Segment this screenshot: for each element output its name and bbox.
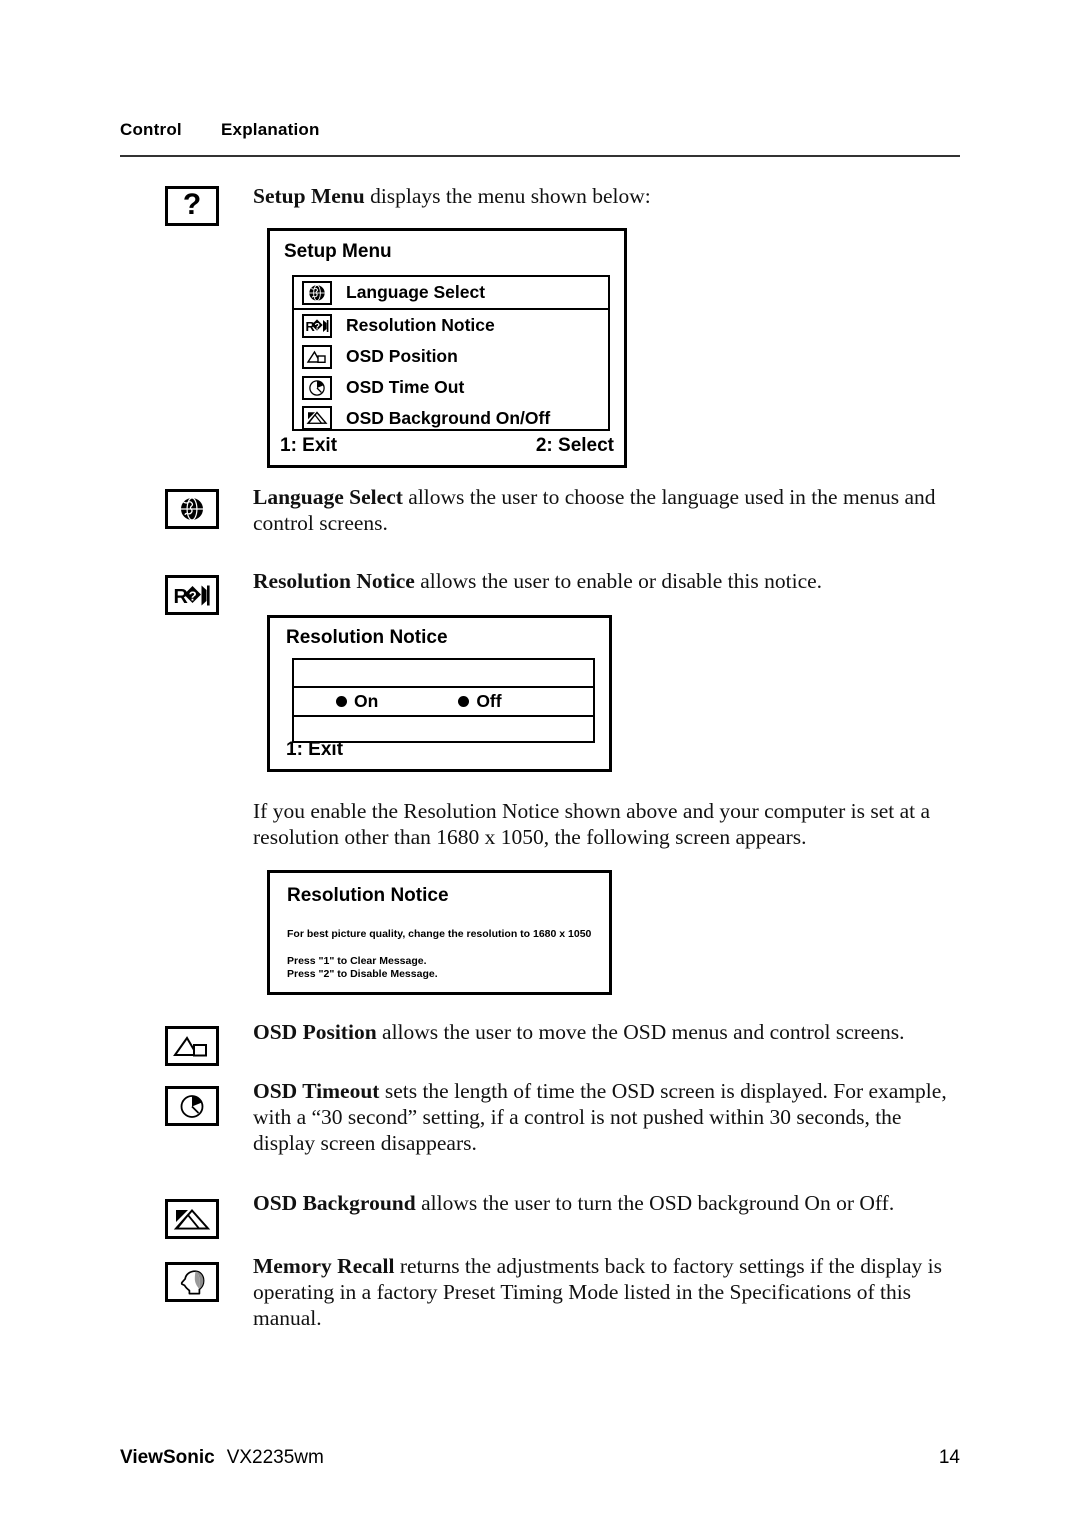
menu-item-osd-time-out[interactable]: OSD Time Out — [294, 372, 608, 403]
resolution-notice-icon: R ? — [165, 575, 219, 615]
osd-position-term: OSD Position — [253, 1020, 377, 1044]
column-header-control: Control — [120, 120, 182, 139]
footer-left: ViewSonic VX2235wm — [120, 1447, 324, 1469]
resolution-notice-band-top — [294, 660, 593, 686]
osd-background-desc: allows the user to turn the OSD backgrou… — [415, 1191, 895, 1215]
menu-item-language-select[interactable]: Language Select — [294, 277, 608, 310]
resolution-notice-band-options: On Off — [294, 686, 593, 717]
setup-menu-osd-screen: Setup Menu Language Select R ? Resolutio… — [267, 228, 627, 468]
resolution-notice-option-on[interactable]: On — [336, 691, 378, 712]
resolution-notice-message-title: Resolution Notice — [287, 885, 449, 906]
radio-dot-icon — [458, 696, 470, 707]
menu-item-label: OSD Background On/Off — [346, 407, 551, 428]
resolution-notice-term: Resolution Notice — [253, 569, 415, 593]
radio-dot-icon — [336, 696, 347, 707]
menu-item-label: Language Select — [346, 282, 486, 302]
menu-item-osd-position[interactable]: OSD Position — [294, 341, 608, 372]
resolution-notice-paragraph: Resolution Notice allows the user to ena… — [253, 568, 955, 594]
osd-timeout-term: OSD Timeout — [253, 1079, 380, 1103]
svg-text:?: ? — [189, 588, 197, 603]
resolution-notice-options-frame: On Off — [292, 658, 595, 743]
setup-menu-paragraph: Setup Menu displays the menu shown below… — [253, 183, 953, 209]
resolution-notice-osd-screen: Resolution Notice On Off 1: Exit — [267, 615, 612, 772]
osd-position-desc: allows the user to move the OSD menus an… — [376, 1020, 905, 1044]
model-name: VX2235wm — [226, 1447, 324, 1468]
osd-background-term: OSD Background — [253, 1191, 416, 1215]
osd-timeout-clock-icon — [165, 1086, 219, 1126]
osd-timeout-clock-icon — [302, 375, 332, 400]
page-footer: ViewSonic VX2235wm 14 — [120, 1447, 960, 1469]
globe-icon — [165, 489, 219, 529]
osd-background-paragraph: OSD Background allows the user to turn t… — [253, 1190, 959, 1216]
osd-position-paragraph: OSD Position allows the user to move the… — [253, 1019, 959, 1045]
option-label: Off — [476, 691, 502, 711]
resolution-notice-osd-title: Resolution Notice — [286, 627, 448, 648]
language-select-term: Language Select — [253, 485, 403, 509]
resolution-notice-message-line3: Press "2" to Disable Message. — [287, 968, 438, 980]
resolution-notice-message-screen: Resolution Notice For best picture quali… — [267, 870, 612, 995]
svg-text:R: R — [174, 586, 189, 608]
globe-icon — [302, 280, 332, 305]
manual-page: Control Explanation ? Setup Menu displays… — [0, 0, 1080, 1527]
resolution-notice-exit-hint: 1: Exit — [286, 739, 344, 760]
language-select-paragraph: Language Select allows the user to choos… — [253, 484, 955, 536]
osd-background-icon — [165, 1199, 219, 1239]
menu-item-label: OSD Time Out — [346, 377, 465, 397]
setup-menu-select-hint: 2: Select — [535, 435, 614, 456]
osd-background-icon — [302, 406, 332, 430]
setup-menu-exit-hint: 1: Exit — [280, 435, 338, 456]
menu-item-label: Resolution Notice — [346, 315, 495, 335]
column-header-explanation: Explanation — [221, 120, 320, 139]
resolution-notice-message-line2: Press "1" to Clear Message. — [287, 955, 427, 967]
setup-menu-osd-footer: 1: Exit 2: Select — [280, 435, 614, 457]
osd-position-icon — [165, 1026, 219, 1066]
setup-menu-osd-title: Setup Menu — [284, 241, 392, 262]
setup-menu-list: Language Select R ? Resolution Notice OS… — [292, 275, 610, 431]
resolution-notice-osd-footer: 1: Exit — [286, 739, 599, 761]
menu-item-resolution-notice[interactable]: R ? Resolution Notice — [294, 310, 608, 341]
header-divider — [120, 155, 960, 157]
memory-recall-head-icon — [165, 1262, 219, 1302]
setup-menu-desc: displays the menu shown below: — [364, 184, 651, 208]
svg-text:?: ? — [315, 321, 321, 331]
page-number: 14 — [938, 1447, 960, 1468]
menu-item-osd-background[interactable]: OSD Background On/Off — [294, 403, 608, 433]
option-label: On — [354, 691, 379, 711]
brand-name: ViewSonic — [120, 1447, 215, 1468]
osd-timeout-paragraph: OSD Timeout sets the length of time the … — [253, 1078, 959, 1156]
resolution-notice-desc: allows the user to enable or disable thi… — [414, 569, 823, 593]
memory-recall-term: Memory Recall — [253, 1254, 395, 1278]
menu-item-label: OSD Position — [346, 346, 458, 366]
column-headers: Control Explanation — [120, 120, 960, 140]
setup-menu-term: Setup Menu — [253, 184, 365, 208]
memory-recall-paragraph: Memory Recall returns the adjustments ba… — [253, 1253, 959, 1331]
resolution-notice-icon: R ? — [302, 313, 332, 338]
osd-position-icon — [302, 344, 332, 369]
resolution-explanation-paragraph: If you enable the Resolution Notice show… — [253, 799, 931, 849]
question-mark-icon: ? — [165, 186, 219, 226]
resolution-notice-message-line1: For best picture quality, change the res… — [287, 928, 592, 940]
question-mark-glyph: ? — [182, 188, 202, 221]
resolution-notice-option-off[interactable]: Off — [458, 691, 502, 712]
